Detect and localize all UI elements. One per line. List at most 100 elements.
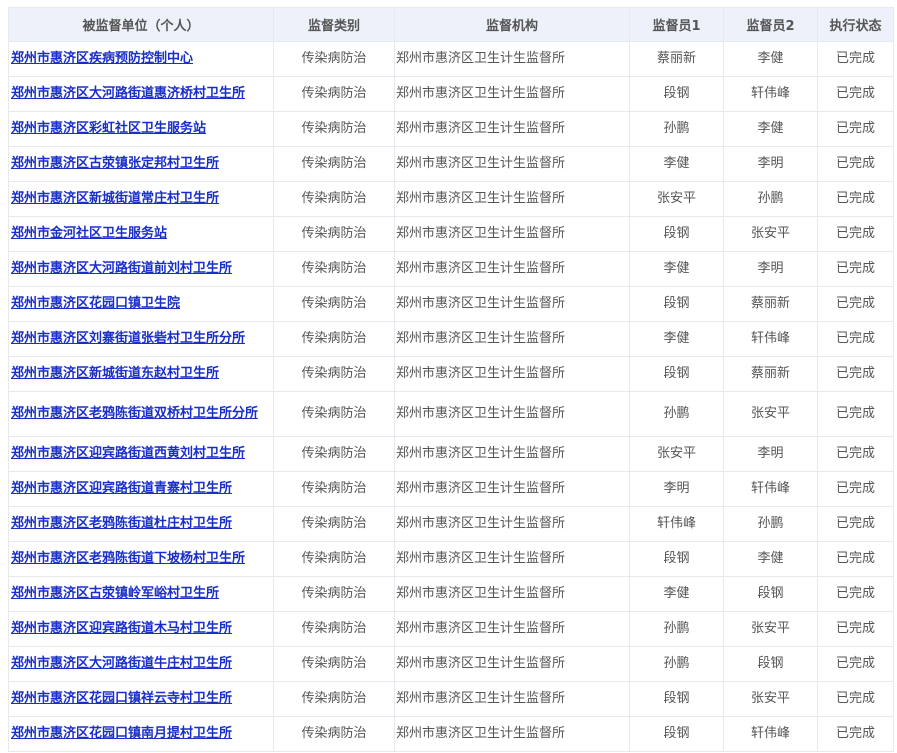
- unit-link[interactable]: 郑州市惠济区花园口镇南月提村卫生所: [11, 726, 232, 741]
- table-header: 被监督单位（个人） 监督类别 监督机构 监督员1 监督员2 执行状态: [8, 7, 894, 42]
- cell-inspector1: 李明: [629, 471, 724, 507]
- cell-status: 已完成: [817, 471, 894, 507]
- cell-org: 郑州市惠济区卫生计生监督所: [394, 436, 630, 472]
- cell-org: 郑州市惠济区卫生计生监督所: [394, 251, 630, 287]
- cell-status: 已完成: [817, 576, 894, 612]
- supervision-table: 被监督单位（个人） 监督类别 监督机构 监督员1 监督员2 执行状态 郑州市惠济…: [8, 7, 894, 752]
- cell-unit: 郑州市惠济区迎宾路街道青寨村卫生所: [8, 471, 274, 507]
- table-row: 郑州市惠济区迎宾路街道西黄刘村卫生所 传染病防治 郑州市惠济区卫生计生监督所 张安平李…: [8, 436, 894, 472]
- unit-link[interactable]: 郑州市惠济区老鸦陈街道杜庄村卫生所: [11, 516, 232, 531]
- cell-org: 郑州市惠济区卫生计生监督所: [394, 216, 630, 252]
- cell-inspector1: 李健: [629, 321, 724, 357]
- cell-inspector2: 轩伟峰: [723, 716, 818, 752]
- unit-link[interactable]: 郑州市惠济区老鸦陈街道双桥村卫生所分所: [11, 406, 258, 421]
- cell-category: 传染病防治: [273, 41, 395, 77]
- cell-status: 已完成: [817, 506, 894, 542]
- cell-inspector1: 李健: [629, 146, 724, 182]
- cell-inspector1: 段钢: [629, 76, 724, 112]
- header-inspector1: 监督员1: [629, 7, 724, 42]
- table-row: 郑州市惠济区彩虹社区卫生服务站 传染病防治 郑州市惠济区卫生计生监督所 孙鹏 李健 已完成: [8, 111, 894, 147]
- table-row: 郑州市惠济区古荥镇张定邦村卫生所 传染病防治 郑州市惠济区卫生计生监督所 李健 李明 已完…: [8, 146, 894, 182]
- unit-link[interactable]: 郑州市金河社区卫生服务站: [11, 226, 167, 241]
- cell-unit: 郑州市惠济区疾病预防控制中心: [8, 41, 274, 77]
- cell-inspector1: 孙鹏: [629, 391, 724, 437]
- cell-org: 郑州市惠济区卫生计生监督所: [394, 146, 630, 182]
- unit-link[interactable]: 郑州市惠济区古荥镇岭军峪村卫生所: [11, 586, 219, 601]
- unit-link[interactable]: 郑州市惠济区迎宾路街道木马村卫生所: [11, 621, 232, 636]
- cell-org: 郑州市惠济区卫生计生监督所: [394, 716, 630, 752]
- cell-inspector2: 轩伟峰: [723, 471, 818, 507]
- cell-inspector2: 张安平: [723, 216, 818, 252]
- cell-category: 传染病防治: [273, 576, 395, 612]
- cell-category: 传染病防治: [273, 681, 395, 717]
- cell-status: 已完成: [817, 681, 894, 717]
- cell-category: 传染病防治: [273, 436, 395, 472]
- cell-org: 郑州市惠济区卫生计生监督所: [394, 681, 630, 717]
- cell-org: 郑州市惠济区卫生计生监督所: [394, 646, 630, 682]
- unit-link[interactable]: 郑州市惠济区迎宾路街道西黄刘村卫生所: [11, 446, 245, 461]
- unit-link[interactable]: 郑州市惠济区古荥镇张定邦村卫生所: [11, 156, 219, 171]
- cell-inspector1: 段钢: [629, 356, 724, 392]
- unit-link[interactable]: 郑州市惠济区彩虹社区卫生服务站: [11, 121, 206, 136]
- cell-org: 郑州市惠济区卫生计生监督所: [394, 41, 630, 77]
- cell-category: 传染病防治: [273, 646, 395, 682]
- unit-link[interactable]: 郑州市惠济区新城街道东赵村卫生所: [11, 366, 219, 381]
- cell-unit: 郑州市惠济区老鸦陈街道杜庄村卫生所: [8, 506, 274, 542]
- cell-org: 郑州市惠济区卫生计生监督所: [394, 356, 630, 392]
- cell-inspector2: 蔡丽新: [723, 286, 818, 322]
- header-category: 监督类别: [273, 7, 395, 42]
- table-row: 郑州市惠济区新城街道常庄村卫生所 传染病防治 郑州市惠济区卫生计生监督所 张安平 孙鹏已…: [8, 181, 894, 217]
- unit-link[interactable]: 郑州市惠济区花园口镇祥云寺村卫生所: [11, 691, 232, 706]
- header-status: 执行状态: [817, 7, 894, 42]
- cell-unit: 郑州市金河社区卫生服务站: [8, 216, 274, 252]
- unit-link[interactable]: 郑州市惠济区老鸦陈街道下坡杨村卫生所: [11, 551, 245, 566]
- header-unit: 被监督单位（个人）: [8, 7, 274, 42]
- table-row: 郑州市惠济区老鸦陈街道双桥村卫生所分所 传染病防治 郑州市惠济区卫生计生监督所 孙鹏张…: [8, 391, 894, 437]
- table-row: 郑州市惠济区大河路街道前刘村卫生所 传染病防治 郑州市惠济区卫生计生监督所 李健 李明已…: [8, 251, 894, 287]
- cell-inspector1: 段钢: [629, 681, 724, 717]
- unit-link[interactable]: 郑州市惠济区花园口镇卫生院: [11, 296, 180, 311]
- table-row: 郑州市惠济区迎宾路街道木马村卫生所 传染病防治 郑州市惠济区卫生计生监督所 孙鹏 张安平…: [8, 611, 894, 647]
- unit-link[interactable]: 郑州市惠济区大河路街道惠济桥村卫生所: [11, 86, 245, 101]
- cell-inspector2: 张安平: [723, 391, 818, 437]
- cell-status: 已完成: [817, 251, 894, 287]
- cell-inspector2: 李明: [723, 251, 818, 287]
- cell-unit: 郑州市惠济区迎宾路街道木马村卫生所: [8, 611, 274, 647]
- cell-category: 传染病防治: [273, 391, 395, 437]
- cell-status: 已完成: [817, 321, 894, 357]
- table-row: 郑州市惠济区老鸦陈街道杜庄村卫生所 传染病防治 郑州市惠济区卫生计生监督所 轩伟峰 孙鹏…: [8, 506, 894, 542]
- cell-inspector2: 孙鹏: [723, 181, 818, 217]
- cell-unit: 郑州市惠济区老鸦陈街道双桥村卫生所分所: [8, 391, 274, 437]
- cell-unit: 郑州市惠济区大河路街道前刘村卫生所: [8, 251, 274, 287]
- table-row: 郑州市惠济区古荥镇岭军峪村卫生所 传染病防治 郑州市惠济区卫生计生监督所 李健 段钢 已完…: [8, 576, 894, 612]
- cell-status: 已完成: [817, 391, 894, 437]
- unit-link[interactable]: 郑州市惠济区大河路街道前刘村卫生所: [11, 261, 232, 276]
- unit-link[interactable]: 郑州市惠济区疾病预防控制中心: [11, 51, 193, 66]
- cell-org: 郑州市惠济区卫生计生监督所: [394, 391, 630, 437]
- cell-inspector1: 段钢: [629, 286, 724, 322]
- cell-inspector1: 段钢: [629, 216, 724, 252]
- cell-status: 已完成: [817, 181, 894, 217]
- cell-inspector1: 段钢: [629, 716, 724, 752]
- cell-status: 已完成: [817, 356, 894, 392]
- unit-link[interactable]: 郑州市惠济区新城街道常庄村卫生所: [11, 191, 219, 206]
- cell-inspector1: 张安平: [629, 436, 724, 472]
- unit-link[interactable]: 郑州市惠济区刘寨街道张砦村卫生所分所: [11, 331, 245, 346]
- cell-inspector1: 李健: [629, 576, 724, 612]
- cell-org: 郑州市惠济区卫生计生监督所: [394, 111, 630, 147]
- cell-category: 传染病防治: [273, 506, 395, 542]
- cell-status: 已完成: [817, 111, 894, 147]
- cell-inspector2: 轩伟峰: [723, 76, 818, 112]
- cell-inspector2: 李健: [723, 541, 818, 577]
- cell-unit: 郑州市惠济区花园口镇祥云寺村卫生所: [8, 681, 274, 717]
- table-row: 郑州市金河社区卫生服务站 传染病防治 郑州市惠济区卫生计生监督所 段钢 张安平 已完成: [8, 216, 894, 252]
- cell-unit: 郑州市惠济区花园口镇卫生院: [8, 286, 274, 322]
- cell-category: 传染病防治: [273, 611, 395, 647]
- supervision-table-container: 被监督单位（个人） 监督类别 监督机构 监督员1 监督员2 执行状态 郑州市惠济…: [8, 7, 894, 752]
- cell-unit: 郑州市惠济区彩虹社区卫生服务站: [8, 111, 274, 147]
- unit-link[interactable]: 郑州市惠济区迎宾路街道青寨村卫生所: [11, 481, 232, 496]
- cell-unit: 郑州市惠济区大河路街道惠济桥村卫生所: [8, 76, 274, 112]
- table-row: 郑州市惠济区老鸦陈街道下坡杨村卫生所 传染病防治 郑州市惠济区卫生计生监督所 段钢 李健…: [8, 541, 894, 577]
- unit-link[interactable]: 郑州市惠济区大河路街道牛庄村卫生所: [11, 656, 232, 671]
- cell-status: 已完成: [817, 286, 894, 322]
